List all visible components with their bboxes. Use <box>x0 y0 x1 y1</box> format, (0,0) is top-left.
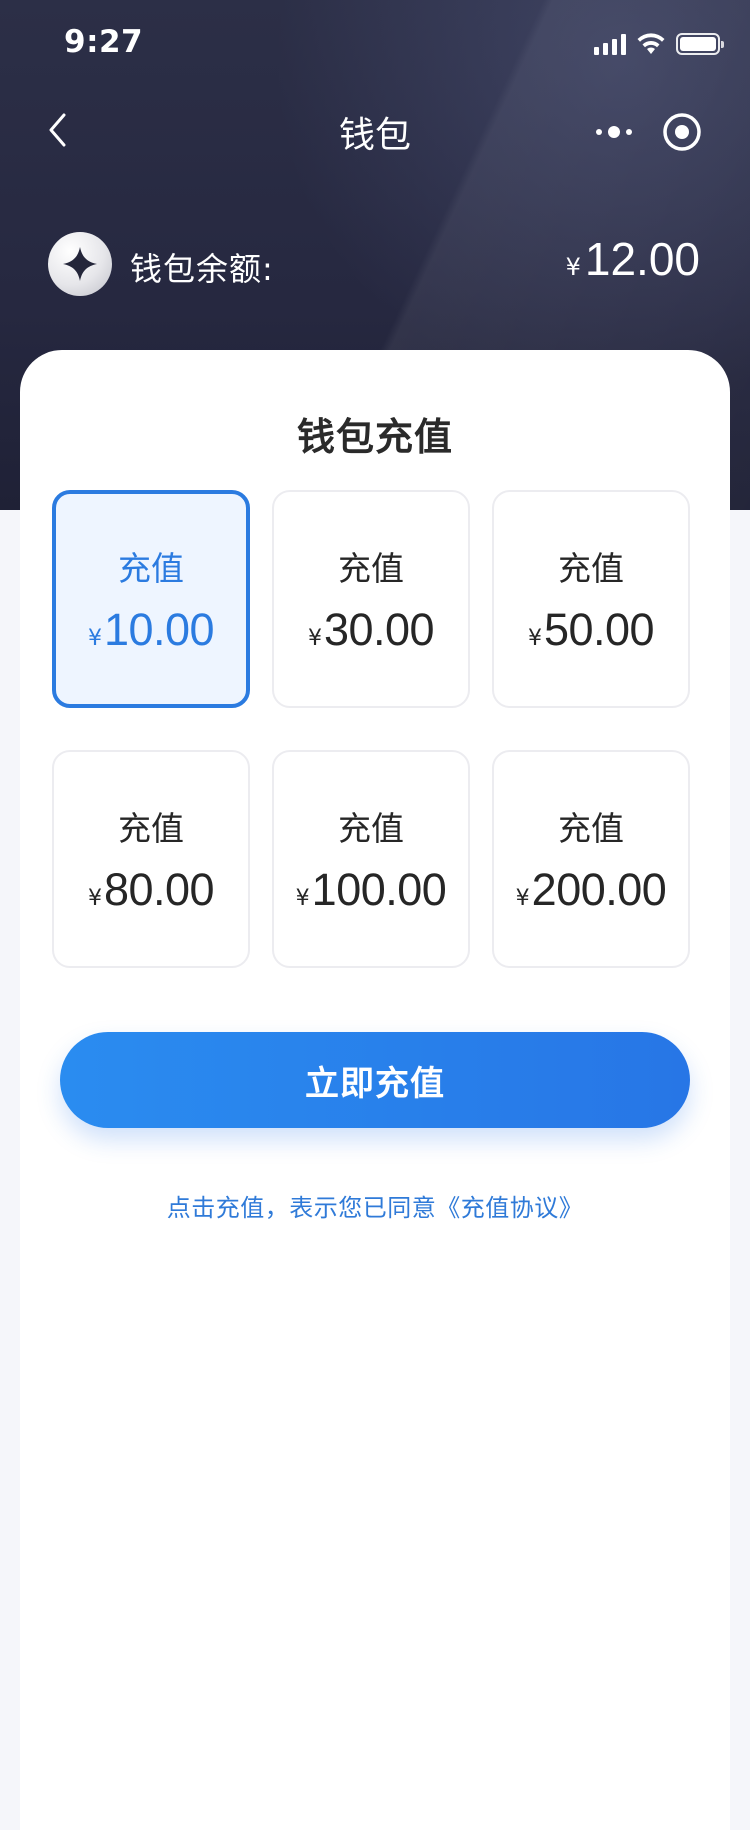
agreement-notice: 点击充值，表示您已同意《充值协议》 <box>20 1188 730 1223</box>
battery-icon <box>676 33 724 55</box>
agreement-link[interactable]: 《充值协议》 <box>436 1194 583 1222</box>
option-price: ¥ 200.00 <box>494 864 688 916</box>
option-currency: ¥ <box>527 626 542 651</box>
option-currency: ¥ <box>87 626 102 651</box>
recharge-option-30[interactable]: 充值 ¥ 30.00 <box>272 490 470 708</box>
recharge-card: 钱包充值 充值 ¥ 10.00 充值 ¥ 30.00 充值 ¥ 50.00 充值… <box>20 350 730 1830</box>
recharge-option-80[interactable]: 充值 ¥ 80.00 <box>52 750 250 968</box>
option-label: 充值 <box>558 549 624 588</box>
cellular-signal-icon <box>594 33 626 55</box>
option-amount: 200.00 <box>531 864 667 915</box>
option-currency: ¥ <box>295 886 310 911</box>
target-circle-icon <box>663 113 701 151</box>
status-icons <box>594 32 724 56</box>
balance-label: 钱包余额: <box>130 250 274 288</box>
option-label: 充值 <box>118 549 184 588</box>
option-amount: 50.00 <box>543 604 655 655</box>
option-amount: 30.00 <box>323 604 435 655</box>
recharge-option-50[interactable]: 充值 ¥ 50.00 <box>492 490 690 708</box>
status-bar: 9:27 <box>0 0 750 90</box>
option-currency: ¥ <box>515 886 530 911</box>
option-currency: ¥ <box>307 626 322 651</box>
balance-currency: ¥ <box>565 253 581 281</box>
option-price: ¥ 10.00 <box>56 604 246 656</box>
mini-program-capsule <box>584 110 704 154</box>
more-dots-icon <box>596 126 632 138</box>
option-price: ¥ 50.00 <box>494 604 688 656</box>
recharge-option-200[interactable]: 充值 ¥ 200.00 <box>492 750 690 968</box>
balance-amount: 12.00 <box>584 233 700 285</box>
option-price: ¥ 30.00 <box>274 604 468 656</box>
diamond-star-icon <box>63 247 97 281</box>
more-button[interactable] <box>584 110 644 154</box>
option-price: ¥ 80.00 <box>54 864 248 916</box>
recharge-now-button[interactable]: 立即充值 <box>60 1032 690 1128</box>
option-amount: 80.00 <box>103 864 215 915</box>
balance-value: ¥ 12.00 <box>566 232 700 286</box>
navigation-bar: 钱包 <box>0 92 750 172</box>
option-label: 充值 <box>118 809 184 848</box>
option-label: 充值 <box>338 809 404 848</box>
option-amount: 10.00 <box>103 604 215 655</box>
recharge-option-10[interactable]: 充值 ¥ 10.00 <box>52 490 250 708</box>
recharge-title: 钱包充值 <box>296 415 453 459</box>
agreement-prefix: 点击充值，表示您已同意 <box>166 1194 437 1222</box>
wallet-logo <box>48 232 112 296</box>
option-currency: ¥ <box>87 886 102 911</box>
option-label: 充值 <box>558 809 624 848</box>
wifi-icon <box>637 33 665 54</box>
wallet-balance: 钱包余额: ¥ 12.00 <box>48 232 700 298</box>
option-price: ¥ 100.00 <box>274 864 468 916</box>
close-mini-program-button[interactable] <box>660 110 704 154</box>
status-time: 9:27 <box>64 24 144 60</box>
option-label: 充值 <box>338 549 404 588</box>
option-amount: 100.00 <box>311 864 447 915</box>
recharge-option-100[interactable]: 充值 ¥ 100.00 <box>272 750 470 968</box>
